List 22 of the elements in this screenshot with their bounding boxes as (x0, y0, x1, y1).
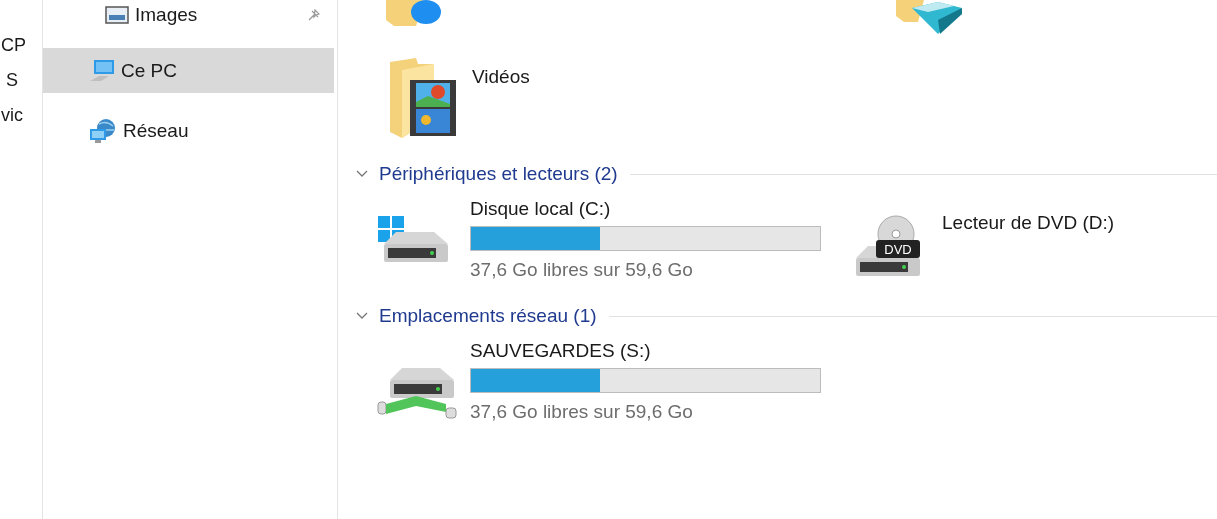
chevron-icon[interactable] (356, 312, 368, 320)
drive-item[interactable]: Disque local (C:) 37,6 Go libres sur 59,6 Go (376, 198, 848, 282)
computer-icon (89, 58, 115, 83)
network-icon (89, 117, 117, 144)
sidebar-item[interactable]: Réseau (43, 108, 334, 153)
picture-icon (105, 6, 129, 24)
cut-text: vic (1, 105, 24, 126)
folder-item[interactable]: Vidéos (356, 58, 1217, 140)
folder-icon (894, 0, 964, 34)
dvd-drive-icon (856, 215, 920, 276)
free-space-text: 37,6 Go libres sur 59,6 Go (470, 401, 694, 423)
group-header[interactable]: Emplacements réseau (1) (379, 305, 597, 327)
disc-label: DVD (884, 242, 912, 257)
sidebar-item[interactable]: Ce PC (43, 48, 334, 93)
group-header[interactable]: Périphériques et lecteurs (2) (379, 163, 618, 185)
drive-item[interactable]: DVD Lecteur de DVD (D:) (848, 198, 1188, 282)
chevron-icon[interactable] (356, 170, 368, 178)
cut-text: S (6, 70, 19, 91)
sidebar-item[interactable]: Images (43, 0, 334, 30)
cut-text: CP (1, 35, 27, 56)
free-space-text: 37,6 Go libres sur 59,6 Go (470, 259, 694, 281)
drive-item[interactable]: SAUVEGARDES (S:) 37,6 Go libres sur 59,6 Go (376, 340, 848, 426)
